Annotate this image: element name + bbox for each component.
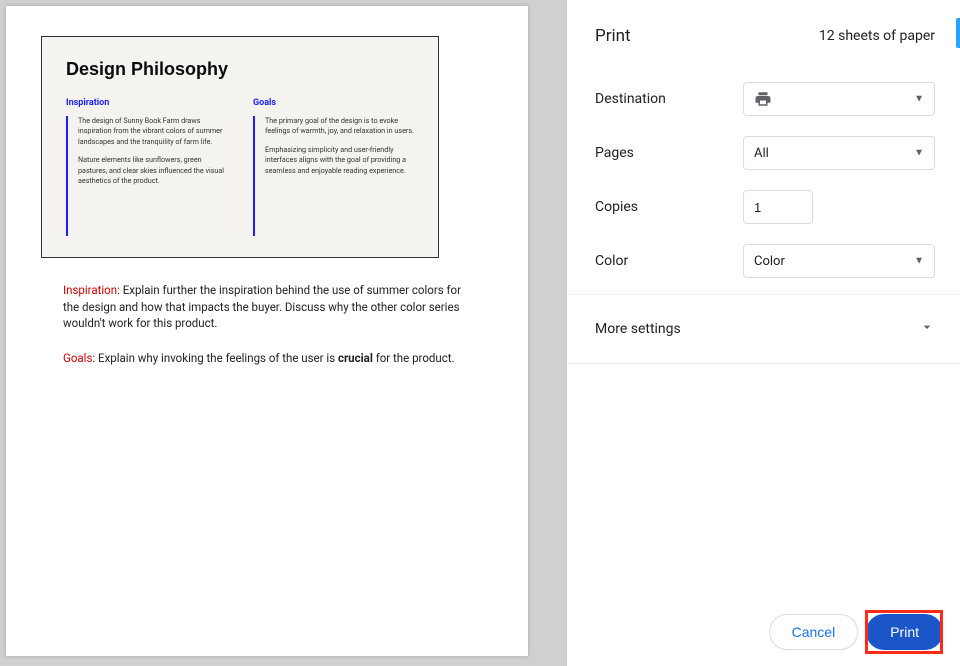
row-destination: Destination ▼ [567,72,960,126]
panel-header: Print 12 sheets of paper [567,0,960,72]
destination-select[interactable]: ▼ [743,82,935,116]
caret-down-icon: ▼ [914,256,924,267]
row-copies: Copies [567,180,960,234]
comment-text: : Explain further the inspiration behind… [63,283,461,330]
preview-sheet: Design Philosophy Inspiration The design… [6,6,528,656]
row-pages: Pages All ▼ [567,126,960,180]
sheet-count: 12 sheets of paper [819,28,935,44]
label-color: Color [595,253,743,269]
comment-item: Inspiration: Explain further the inspira… [63,282,471,332]
comment-tag: Inspiration [63,283,117,297]
review-comments: Inspiration: Explain further the inspira… [63,282,471,367]
printer-icon [754,90,772,108]
comment-item: Goals: Explain why invoking the feelings… [63,350,471,367]
column-heading: Goals [253,98,414,108]
caret-down-icon: ▼ [914,148,924,159]
pages-select[interactable]: All ▼ [743,136,935,170]
label-more-settings: More settings [595,321,681,337]
column-inspiration: Inspiration The design of Sunny Book Far… [66,98,227,236]
paragraph: Nature elements like sunflowers, green p… [78,155,227,186]
color-value: Color [754,254,785,269]
print-preview-pane: Design Philosophy Inspiration The design… [0,0,566,666]
paragraph: Emphasizing simplicity and user-friendly… [265,145,414,176]
document-columns: Inspiration The design of Sunny Book Far… [66,98,414,236]
more-settings-toggle[interactable]: More settings [567,294,960,364]
comment-tag: Goals [63,351,92,365]
dialog-footer: Cancel Print [769,614,943,650]
column-body: The primary goal of the design is to evo… [253,116,414,236]
column-body: The design of Sunny Book Farm draws insp… [66,116,227,236]
label-pages: Pages [595,145,743,161]
comment-text-pre: : Explain why invoking the feelings of t… [92,351,338,365]
print-button[interactable]: Print [866,614,943,650]
comment-text-post: for the product. [373,351,455,365]
column-goals: Goals The primary goal of the design is … [253,98,414,236]
caret-down-icon: ▼ [914,94,924,105]
document-frame: Design Philosophy Inspiration The design… [41,36,439,258]
background-sliver [956,18,960,48]
label-copies: Copies [595,199,743,215]
print-settings-panel: Print 12 sheets of paper Destination ▼ P… [566,0,960,666]
paragraph: The primary goal of the design is to evo… [265,116,414,137]
comment-bold: crucial [338,351,373,365]
pages-value: All [754,146,769,161]
cancel-button[interactable]: Cancel [769,614,859,650]
document-title: Design Philosophy [66,59,414,80]
label-destination: Destination [595,91,743,107]
panel-title: Print [595,26,631,46]
color-select[interactable]: Color ▼ [743,244,935,278]
chevron-down-icon [919,319,935,339]
column-heading: Inspiration [66,98,227,108]
copies-input[interactable] [743,190,813,224]
paragraph: The design of Sunny Book Farm draws insp… [78,116,227,147]
row-color: Color Color ▼ [567,234,960,288]
